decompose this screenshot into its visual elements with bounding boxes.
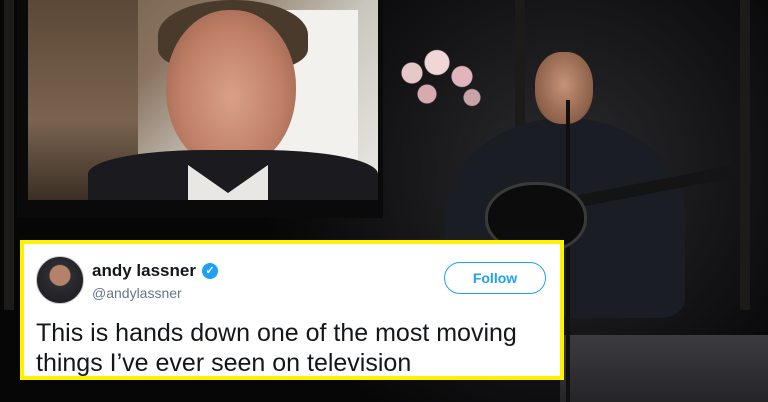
stage-pillar <box>740 0 750 310</box>
follow-button[interactable]: Follow <box>444 262 546 294</box>
tweet-card: andy lassner ✓ @andylassner Follow This … <box>20 240 564 380</box>
tweet-text-line1: This is hands down one of the most movin… <box>36 319 517 347</box>
avatar[interactable] <box>36 256 84 304</box>
author-name[interactable]: andy lassner <box>92 261 196 281</box>
stage-floor <box>560 335 768 402</box>
stage-pillar <box>4 0 14 310</box>
projected-portrait-photo <box>28 0 378 200</box>
tweet-text: This is hands down one of the most movin… <box>36 318 556 378</box>
flower-arrangement <box>392 45 492 115</box>
author-handle[interactable]: @andylassner <box>92 285 182 301</box>
tweet-author[interactable]: andy lassner ✓ <box>92 261 218 281</box>
tweet-text-line2: things I’ve ever seen on television <box>36 349 412 377</box>
verified-badge-icon: ✓ <box>201 263 218 279</box>
